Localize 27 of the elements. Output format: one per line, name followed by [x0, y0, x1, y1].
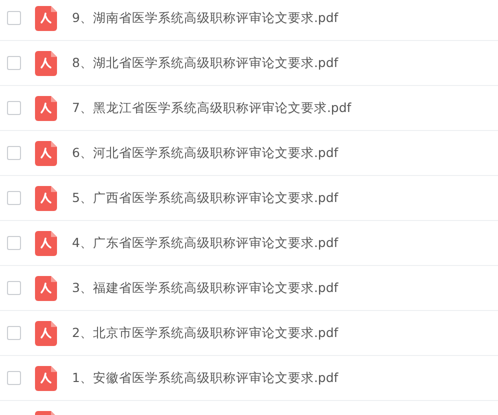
file-name[interactable]: 3、福建省医学系统高级职称评审论文要求.pdf: [72, 280, 338, 296]
checkbox[interactable]: [7, 371, 21, 385]
file-name[interactable]: 1、安徽省医学系统高级职称评审论文要求.pdf: [72, 370, 338, 386]
pdf-file-icon: [35, 230, 57, 256]
checkbox[interactable]: [7, 146, 21, 160]
file-name[interactable]: 8、湖北省医学系统高级职称评审论文要求.pdf: [72, 54, 338, 72]
file-name[interactable]: 9、湖南省医学系统高级职称评审论文要求.pdf: [72, 10, 338, 26]
checkbox[interactable]: [7, 56, 21, 70]
file-name[interactable]: 7、黑龙江省医学系统高级职称评审论文要求.pdf: [72, 100, 352, 116]
checkbox[interactable]: [7, 326, 21, 340]
file-name[interactable]: 5、广西省医学系统高级职称评审论文要求.pdf: [72, 190, 338, 206]
checkbox[interactable]: [7, 11, 21, 25]
file-name[interactable]: 6、河北省医学系统高级职称评审论文要求.pdf: [72, 144, 338, 162]
file-name[interactable]: 2、北京市医学系统高级职称评审论文要求.pdf: [72, 324, 338, 342]
pdf-file-icon: [35, 140, 57, 166]
pdf-file-icon: [35, 6, 57, 30]
pdf-file-icon: [35, 366, 57, 390]
pdf-file-icon: [35, 186, 57, 210]
checkbox[interactable]: [7, 236, 21, 250]
pdf-file-icon: [35, 320, 57, 346]
checkbox[interactable]: [7, 281, 21, 295]
checkbox[interactable]: [7, 101, 21, 115]
pdf-file-icon: [35, 96, 57, 120]
file-name[interactable]: 4、广东省医学系统高级职称评审论文要求.pdf: [72, 234, 338, 252]
pdf-file-icon: [35, 276, 57, 300]
pdf-file-icon: [35, 50, 57, 76]
checkbox[interactable]: [7, 191, 21, 205]
